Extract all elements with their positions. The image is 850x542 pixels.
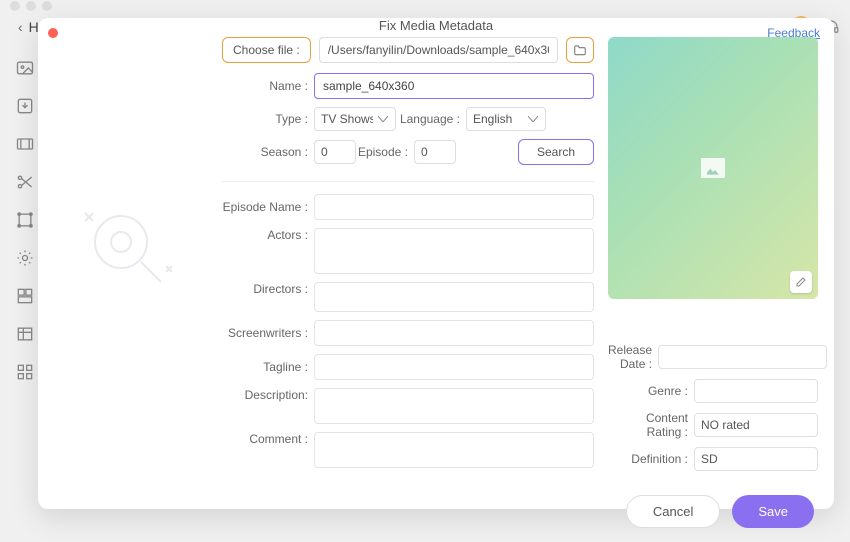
- modal-title: Fix Media Metadata: [379, 18, 493, 33]
- comment-label: Comment :: [222, 432, 314, 446]
- edit-cover-button[interactable]: [790, 271, 812, 293]
- type-label: Type :: [222, 112, 314, 126]
- table-icon[interactable]: [15, 324, 35, 344]
- empty-illustration: [54, 37, 208, 479]
- screenwriters-input[interactable]: [314, 320, 594, 346]
- language-label: Language :: [396, 112, 466, 126]
- directors-label: Directors :: [222, 282, 314, 296]
- episode-name-label: Episode Name :: [222, 200, 314, 214]
- window-titlebar: [0, 0, 850, 12]
- browse-folder-button[interactable]: [566, 37, 594, 63]
- right-column: Release Date : Genre : Content Rating : …: [608, 37, 818, 479]
- film-icon[interactable]: [15, 134, 35, 154]
- search-button[interactable]: Search: [518, 139, 594, 165]
- release-date-input[interactable]: [658, 345, 827, 369]
- image-placeholder-icon: [701, 158, 725, 178]
- actors-label: Actors :: [222, 228, 314, 242]
- language-select[interactable]: English: [466, 107, 546, 131]
- traffic-light-max[interactable]: [42, 1, 52, 11]
- name-label: Name :: [222, 79, 314, 93]
- apps-icon[interactable]: [15, 362, 35, 382]
- settings-icon[interactable]: [15, 248, 35, 268]
- season-input[interactable]: [314, 140, 356, 164]
- definition-label: Definition :: [608, 452, 694, 466]
- save-button[interactable]: Save: [732, 495, 814, 528]
- section-divider: [222, 181, 594, 182]
- episode-input[interactable]: [414, 140, 456, 164]
- episode-name-input[interactable]: [314, 194, 594, 220]
- modal-header: Fix Media Metadata Feedback: [38, 18, 834, 33]
- season-label: Season :: [222, 145, 314, 159]
- type-select[interactable]: TV Shows: [314, 107, 396, 131]
- choose-file-button[interactable]: Choose file :: [222, 37, 311, 63]
- screenwriters-label: Screenwriters :: [222, 326, 314, 340]
- traffic-light-min[interactable]: [26, 1, 36, 11]
- layout-icon[interactable]: [15, 286, 35, 306]
- cover-preview: [608, 37, 818, 299]
- definition-select[interactable]: SD: [694, 447, 818, 471]
- genre-select[interactable]: [694, 379, 818, 403]
- modal-footer: Cancel Save: [38, 487, 834, 542]
- tagline-input[interactable]: [314, 354, 594, 380]
- directors-input[interactable]: [314, 282, 594, 312]
- traffic-light-close[interactable]: [10, 1, 20, 11]
- tagline-label: Tagline :: [222, 360, 314, 374]
- scissors-icon[interactable]: [15, 172, 35, 192]
- comment-input[interactable]: [314, 432, 594, 468]
- image-icon[interactable]: [15, 58, 35, 78]
- content-rating-select[interactable]: NO rated: [694, 413, 818, 437]
- description-label: Description:: [222, 388, 314, 402]
- name-input[interactable]: [314, 73, 594, 99]
- form-main: Choose file : Name : Type : TV Shows Lan…: [222, 37, 594, 479]
- episode-label: Episode :: [356, 145, 414, 159]
- back-chevron-icon[interactable]: ‹: [18, 19, 23, 35]
- genre-label: Genre :: [608, 384, 694, 398]
- download-icon[interactable]: [15, 96, 35, 116]
- cancel-button[interactable]: Cancel: [626, 495, 720, 528]
- content-rating-label: Content Rating :: [608, 411, 694, 439]
- file-path-input[interactable]: [319, 37, 558, 63]
- crop-icon[interactable]: [15, 210, 35, 230]
- fix-metadata-modal: Fix Media Metadata Feedback Choose file …: [38, 18, 834, 509]
- actors-input[interactable]: [314, 228, 594, 274]
- description-input[interactable]: [314, 388, 594, 424]
- release-date-label: Release Date :: [608, 343, 658, 371]
